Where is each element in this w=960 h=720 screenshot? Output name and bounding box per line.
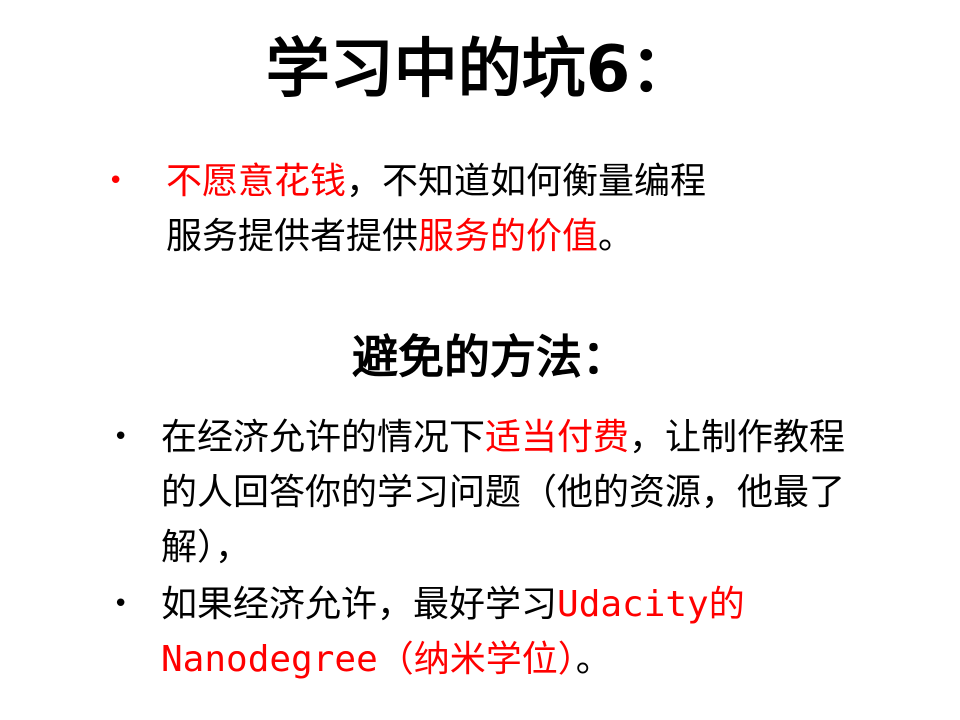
bullet-text-1: 不愿意花钱，不知道如何衡量编程服务提供者提供服务的价值。 [166,154,826,264]
highlight-pay-appropriately: 适当付费 [485,417,630,458]
bullet-3-part1: 如果经济允许，最好学习 [161,584,558,625]
slide-title: 学习中的坑6： [265,33,695,107]
bullet-1-line1-rest: ，不知道如何衡量编程 [346,161,707,202]
section-subtitle: 避免的方法： [352,330,628,384]
bullet-text-2: 在经济允许的情况下适当付费，让制作教程的人回答你的学习问题（他的资源，他最了解）… [161,410,861,575]
bullet-dot-icon: • [113,422,129,452]
bullet-dot-icon: • [113,589,129,619]
bullet-1-line2-end: 。 [598,216,635,257]
highlight-service-value: 服务的价值 [418,216,599,257]
highlight-unwilling-to-pay: 不愿意花钱 [166,161,347,202]
bullet-dot-icon: • [108,166,124,196]
slide: 学习中的坑6： • 不愿意花钱，不知道如何衡量编程 服务提供者提供服务的价值。 避… [0,0,960,720]
bullet-2-part1: 在经济允许的情况下 [161,417,486,458]
bullet-3-part3: 。 [575,639,612,680]
bullet-text-3: 如果经济允许，最好学习Udacity的Nanodegree（纳米学位）。 [161,577,861,687]
bullet-1-line2-start: 服务提供者提供 [166,216,419,257]
